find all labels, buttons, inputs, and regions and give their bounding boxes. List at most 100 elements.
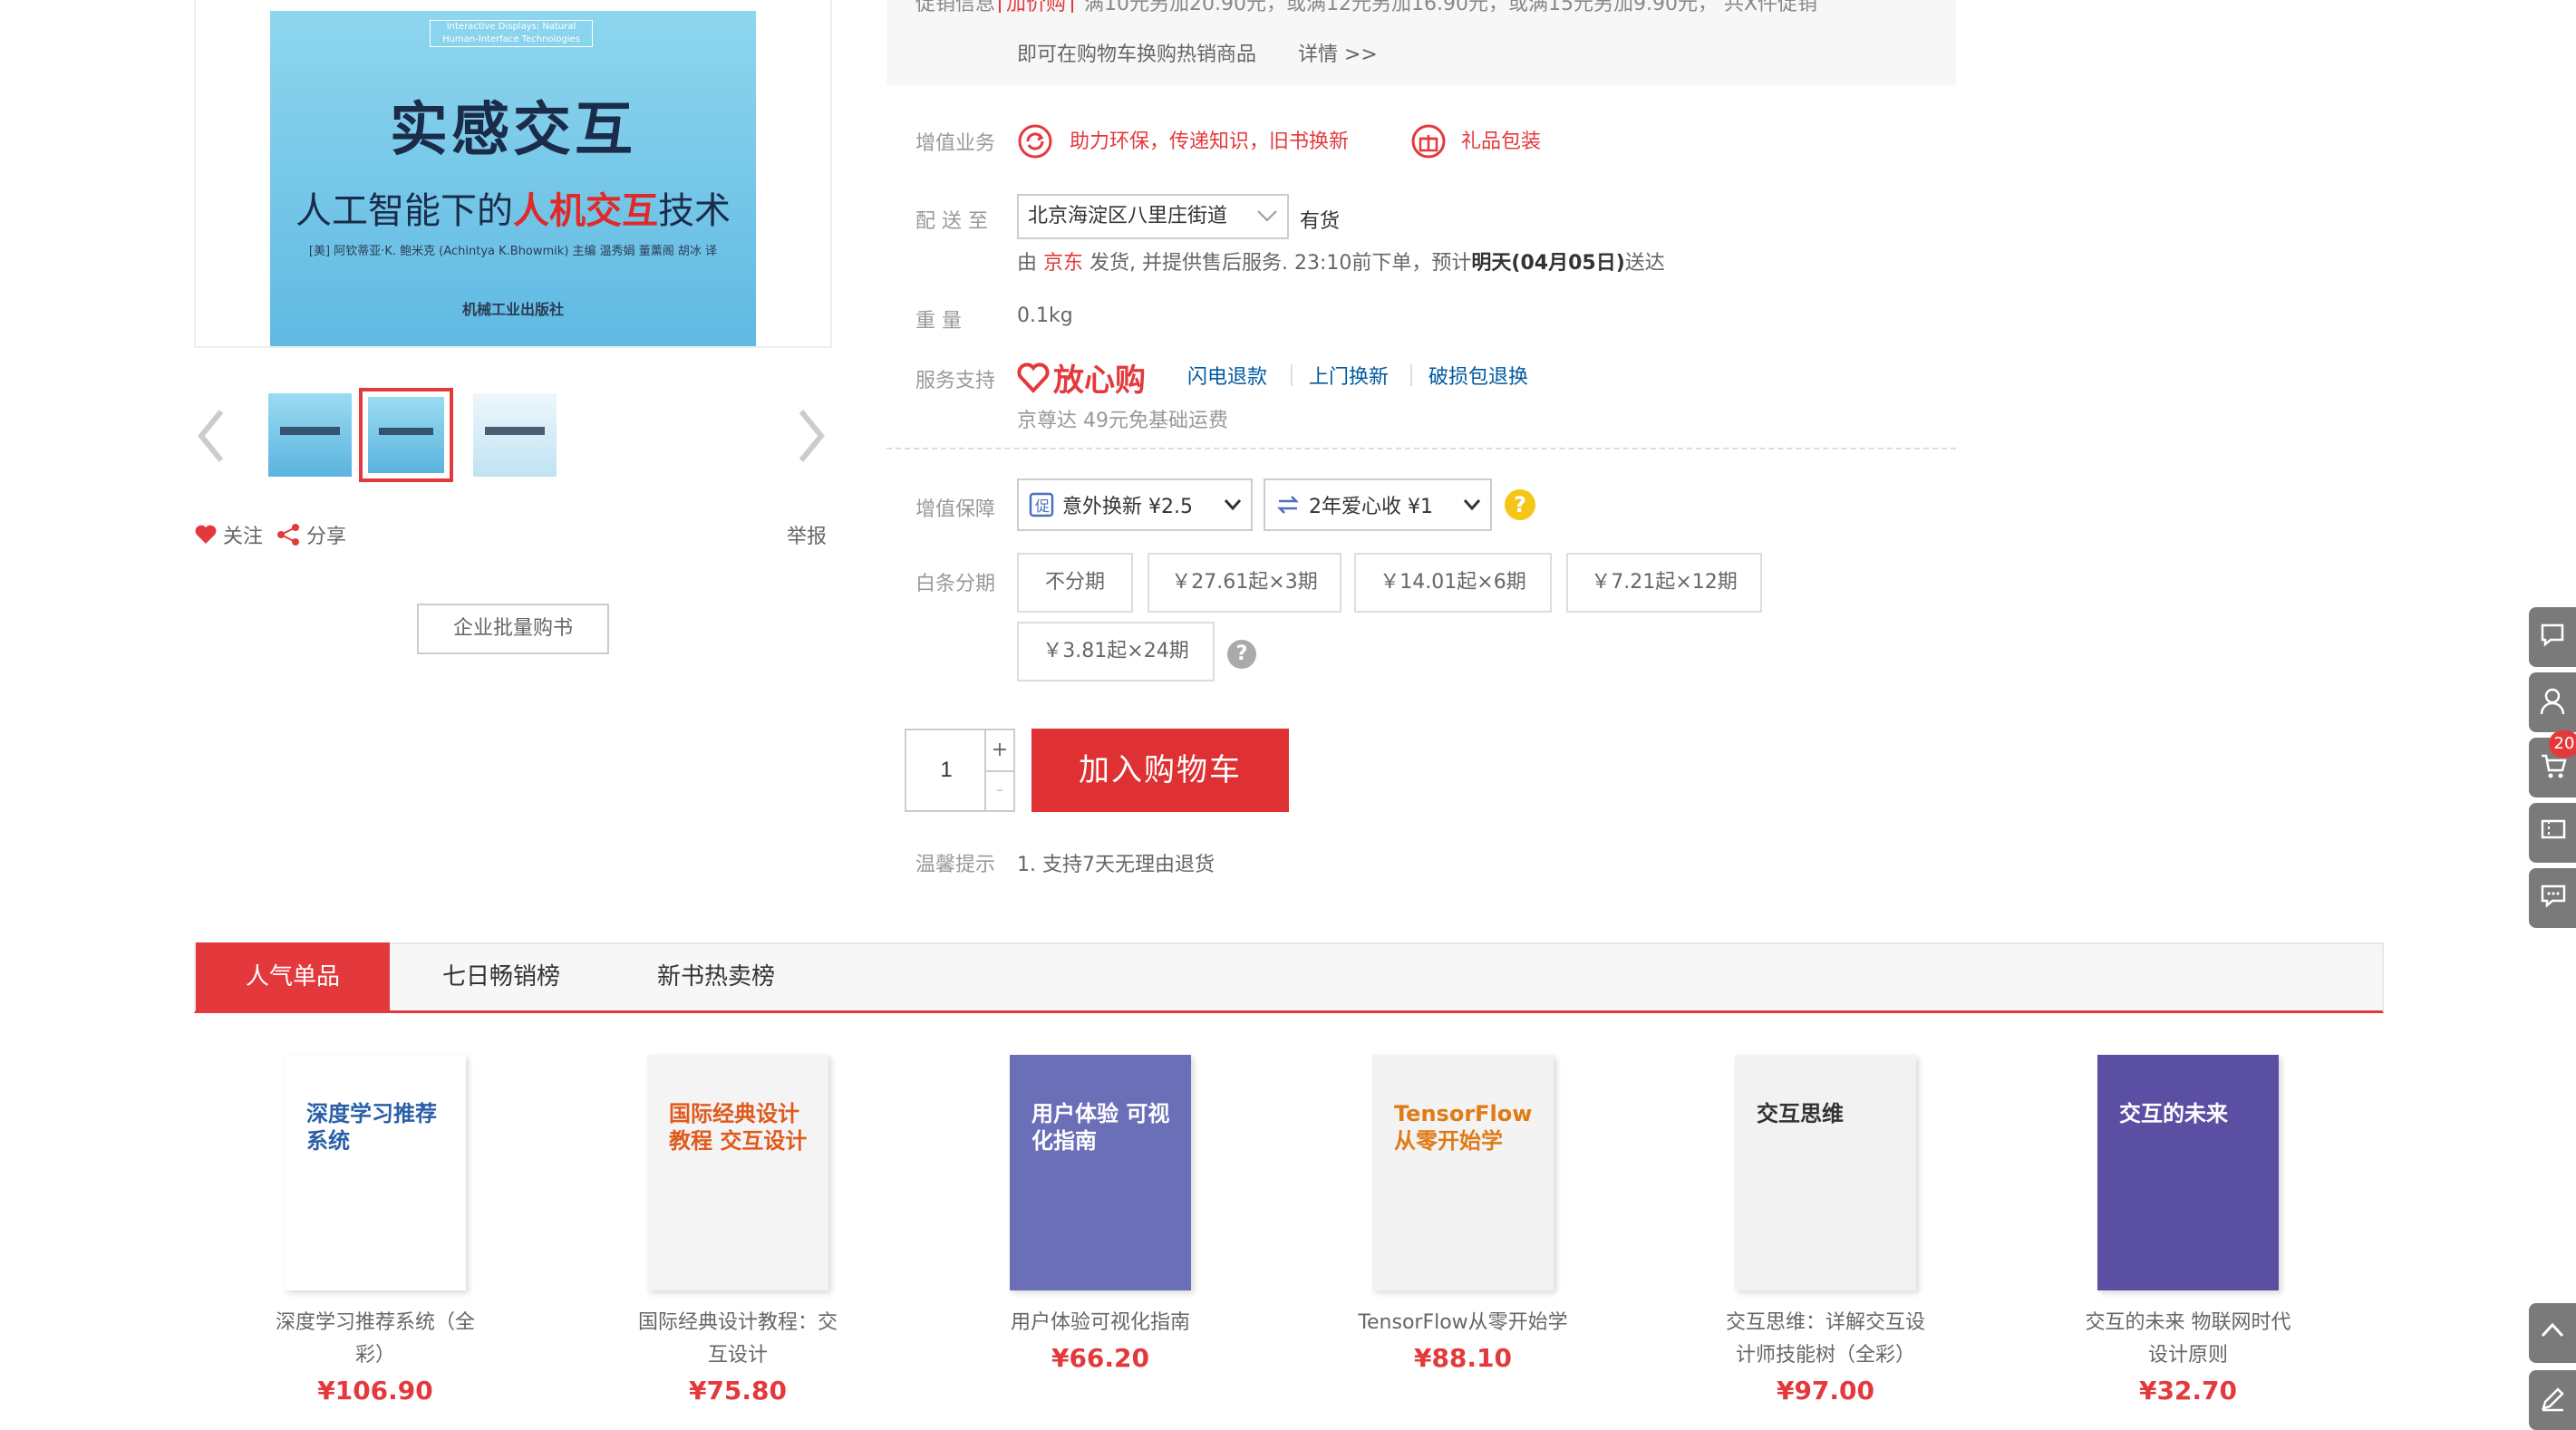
gift-wrap-link[interactable]: 礼品包装 xyxy=(1461,125,1541,154)
sidebar-account-button[interactable] xyxy=(2529,672,2576,732)
product-cover-image[interactable]: 深度学习推荐系统 xyxy=(285,1055,466,1290)
sidebar-feedback-button[interactable] xyxy=(2529,868,2576,928)
address-value: 北京海淀区八里庄街道 xyxy=(1028,205,1228,227)
help-icon[interactable]: ? xyxy=(1505,489,1535,520)
heart-icon xyxy=(195,525,217,544)
product-cover-image[interactable]: 交互思维 xyxy=(1735,1055,1916,1290)
flash-refund-link[interactable]: 闪电退款 xyxy=(1187,361,1267,390)
share-label: 分享 xyxy=(306,526,347,548)
product-price: ¥32.70 xyxy=(2138,1376,2238,1406)
product-card[interactable]: 交互思维 交互思维：详解交互设 计师技能树（全彩） ¥97.00 xyxy=(1690,1055,1961,1406)
exchange-icon xyxy=(1276,496,1300,514)
product-name[interactable]: TensorFlow从零开始学 xyxy=(1327,1307,1599,1339)
quantity-input[interactable] xyxy=(906,730,986,810)
quantity-increase-button[interactable]: + xyxy=(984,730,1013,770)
recycle-plan-dropdown[interactable]: 2年爱心收 ¥1 xyxy=(1264,478,1492,531)
tips-label: 温馨提示 xyxy=(915,854,996,876)
weight-label: 重 量 xyxy=(915,310,962,333)
product-price: ¥75.80 xyxy=(688,1376,788,1406)
product-cover-image[interactable]: 用户体验 可视化指南 xyxy=(1010,1055,1191,1290)
cart-count-badge: 20 xyxy=(2549,730,2576,758)
divider xyxy=(1291,364,1293,386)
thumbnail-1[interactable] xyxy=(263,388,357,482)
tab-new-books[interactable]: 新书热卖榜 xyxy=(625,942,807,1011)
help-icon[interactable]: ? xyxy=(1227,640,1256,669)
promo-exchange-text: 即可在购物车换购热销商品 xyxy=(1017,43,1257,66)
fangxin-buy-logo: 放心购 xyxy=(1017,355,1146,400)
pencil-icon xyxy=(2542,1387,2564,1412)
main-product-image[interactable]: Interactive Displays: Natural Human-Inte… xyxy=(194,0,832,348)
share-icon xyxy=(277,524,299,546)
address-selector[interactable]: 北京海淀区八里庄街道 xyxy=(1017,194,1289,239)
product-card[interactable]: TensorFlow 从零开始学 TensorFlow从零开始学 ¥88.10 xyxy=(1327,1055,1599,1373)
share-button[interactable]: 分享 xyxy=(276,520,346,549)
section-divider xyxy=(886,448,1956,449)
quantity-stepper: + - xyxy=(905,729,1015,812)
product-name[interactable]: 交互思维：详解交互设 计师技能树（全彩） xyxy=(1690,1307,1961,1372)
product-card[interactable]: 国际经典设计教程 交互设计 国际经典设计教程：交 互设计 ¥75.80 xyxy=(602,1055,874,1406)
promo-info: 促销信息 加价购 满10元另加20.90元，或满12元另加16.90元，或满15元另… xyxy=(915,0,1949,13)
damage-return-link[interactable]: 破损包退换 xyxy=(1428,361,1528,390)
cover-subtitle: 人工智能下的人机交互技术 xyxy=(295,190,731,232)
add-to-cart-button[interactable]: 加入购物车 xyxy=(1031,729,1289,812)
edit-button[interactable] xyxy=(2529,1370,2576,1430)
back-to-top-button[interactable] xyxy=(2529,1303,2576,1363)
quantity-decrease-button[interactable]: - xyxy=(984,770,1013,810)
accident-replace-dropdown[interactable]: 促 意外换新 ¥2.5 xyxy=(1017,478,1253,531)
report-link[interactable]: 举报 xyxy=(787,520,827,549)
svg-text:促: 促 xyxy=(1035,498,1050,515)
chevron-down-icon xyxy=(1463,499,1481,511)
promo-label: 促销信息 xyxy=(915,0,996,13)
follow-label: 关注 xyxy=(223,526,264,548)
seller-link[interactable]: 京东 xyxy=(1043,252,1083,275)
user-icon xyxy=(2540,688,2565,715)
installment-option[interactable]: ￥14.01起×6期 xyxy=(1354,553,1552,613)
door-exchange-link[interactable]: 上门换新 xyxy=(1309,361,1389,390)
arrow-up-icon xyxy=(2541,1322,2564,1338)
delivery-label: 配 送 至 xyxy=(915,210,988,233)
tab-popular[interactable]: 人气单品 xyxy=(196,942,390,1011)
promo-detail-link[interactable]: 详情 >> xyxy=(1298,38,1378,67)
product-card[interactable]: 深度学习推荐系统 深度学习推荐系统（全 彩） ¥106.90 xyxy=(239,1055,511,1406)
product-price: ¥106.90 xyxy=(317,1376,433,1406)
chevron-down-icon xyxy=(1257,210,1277,222)
product-name[interactable]: 交互的未来 物联网时代 设计原则 xyxy=(2052,1307,2324,1372)
product-cover-image[interactable]: 国际经典设计教程 交互设计 xyxy=(647,1055,828,1290)
product-cover-image[interactable]: 交互的未来 xyxy=(2097,1055,2279,1290)
installment-option[interactable]: 不分期 xyxy=(1017,553,1133,613)
product-price: ¥88.10 xyxy=(1413,1343,1513,1373)
installment-label: 白条分期 xyxy=(915,573,996,595)
recycle-icon xyxy=(1017,123,1053,159)
tips-text: 1. 支持7天无理由退货 xyxy=(1017,854,1215,876)
product-card[interactable]: 用户体验 可视化指南 用户体验可视化指南 ¥66.20 xyxy=(964,1055,1236,1373)
sidebar-customer-service-button[interactable] xyxy=(2529,607,2576,667)
product-name[interactable]: 国际经典设计教程：交 互设计 xyxy=(602,1307,874,1372)
installment-option[interactable]: ￥27.61起×3期 xyxy=(1148,553,1341,613)
thumbnail-2-selected[interactable] xyxy=(359,388,453,482)
bulk-purchase-button[interactable]: 企业批量购书 xyxy=(417,604,609,654)
thumbnail-3[interactable] xyxy=(468,388,562,482)
product-card[interactable]: 交互的未来 交互的未来 物联网时代 设计原则 ¥32.70 xyxy=(2052,1055,2324,1406)
service-label: 服务支持 xyxy=(915,370,996,392)
product-cover-image[interactable]: TensorFlow 从零开始学 xyxy=(1372,1055,1554,1290)
chevron-down-icon xyxy=(1224,499,1242,511)
installment-option[interactable]: ￥7.21起×12期 xyxy=(1566,553,1762,613)
product-name[interactable]: 用户体验可视化指南 xyxy=(964,1307,1236,1339)
installment-option[interactable]: ￥3.81起×24期 xyxy=(1017,622,1215,681)
weight-value: 0.1kg xyxy=(1017,304,1073,327)
value-added-label: 增值业务 xyxy=(915,132,996,155)
thumbnail-next-arrow-icon[interactable] xyxy=(792,404,828,468)
promo-tag: 加价购 xyxy=(999,0,1074,13)
guarantee-label: 增值保障 xyxy=(915,498,996,521)
cover-english-title: Interactive Displays: Natural Human-Inte… xyxy=(430,20,593,47)
chat-icon xyxy=(2541,623,2564,647)
thumbnail-prev-arrow-icon[interactable] xyxy=(194,404,230,468)
follow-button[interactable]: 关注 xyxy=(194,520,263,549)
product-name[interactable]: 深度学习推荐系统（全 彩） xyxy=(239,1307,511,1372)
cover-title: 实感交互 xyxy=(390,97,636,164)
product-price: ¥97.00 xyxy=(1776,1376,1875,1406)
tab-weekly-bestsellers[interactable]: 七日畅销榜 xyxy=(406,942,596,1011)
sidebar-coupon-button[interactable] xyxy=(2529,803,2576,863)
book-recycle-link[interactable]: 助力环保，传递知识，旧书换新 xyxy=(1070,125,1349,154)
message-icon xyxy=(2541,884,2566,908)
